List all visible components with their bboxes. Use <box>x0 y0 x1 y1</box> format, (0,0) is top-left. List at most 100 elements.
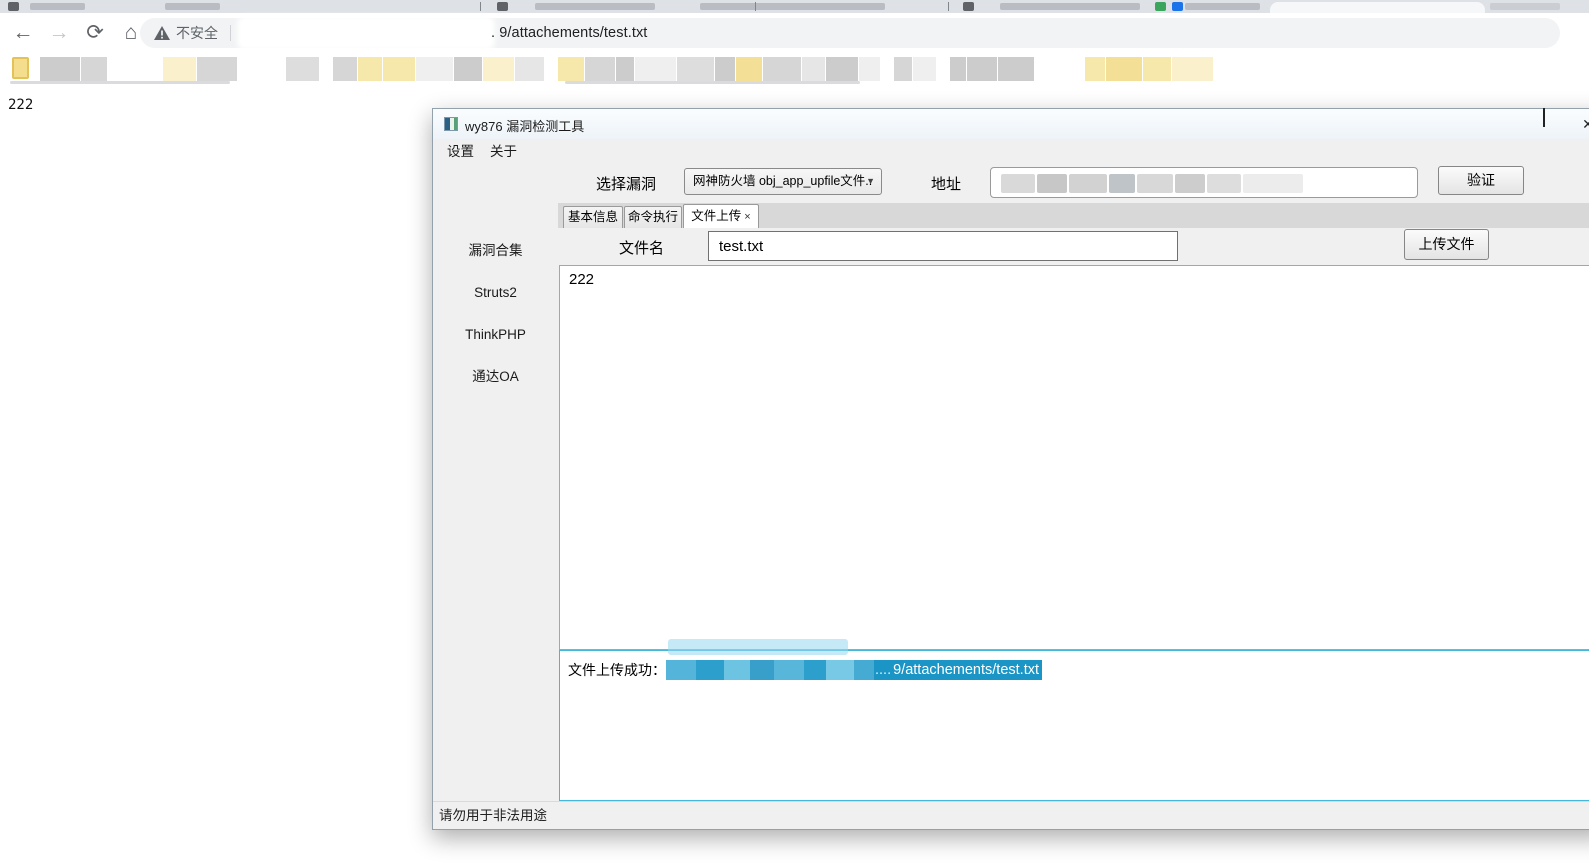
tab-separator <box>755 2 756 11</box>
back-icon[interactable]: ← <box>10 20 36 46</box>
chevron-down-icon: ▼ <box>866 169 875 194</box>
redacted-bookmark <box>998 57 1034 81</box>
redacted-host <box>241 20 491 46</box>
redacted-bookmark <box>416 57 453 81</box>
vuln-dropdown-value: 网神防火墙 obj_app_upfile文件.. <box>693 174 872 188</box>
address-label: 地址 <box>931 173 961 194</box>
address-bar[interactable]: 不安全 . 9/attachements/test.txt <box>140 18 1560 48</box>
redacted-bookmark <box>763 57 801 81</box>
result-textarea[interactable]: 文件上传成功： .... 9/attachements/test.txt <box>559 650 1589 801</box>
browser-tab-strip[interactable] <box>0 0 1589 13</box>
sidebar-item-struts2[interactable]: Struts2 <box>433 282 558 304</box>
status-text: 请勿用于非法用途 <box>439 802 547 829</box>
redacted-bookmark <box>967 57 997 81</box>
tab-command-exec[interactable]: 命令执行 <box>624 206 682 228</box>
redacted-address-text <box>1001 174 1035 193</box>
menu-settings[interactable]: 设置 <box>441 139 480 165</box>
redacted-bookmark <box>715 57 735 81</box>
omnibox-divider <box>230 25 231 41</box>
select-vuln-label: 选择漏洞 <box>596 173 656 194</box>
redacted-bookmark <box>483 57 514 81</box>
redacted-bookmark <box>859 57 880 81</box>
window-titlebar[interactable]: wy876 漏洞检测工具 ✕ <box>433 109 1589 139</box>
maximize-icon <box>1543 108 1545 127</box>
redacted-bookmark <box>286 57 319 81</box>
app-icon <box>444 117 458 131</box>
browser-toolbar: ← → ⟳ ⌂ 不安全 . 9/attachements/test.txt <box>0 13 1589 53</box>
sidebar-item-vuln-collection[interactable]: 漏洞合集 <box>433 240 558 262</box>
sidebar-item-thinkphp[interactable]: ThinkPHP <box>433 324 558 346</box>
file-content-textarea[interactable]: 222 <box>559 265 1589 650</box>
redacted-result-host <box>724 660 750 680</box>
redacted-bookmark <box>515 57 544 81</box>
redacted-address-text <box>1137 174 1173 193</box>
status-bar: 请勿用于非法用途 <box>433 801 1589 829</box>
redaction-smear <box>668 639 848 655</box>
tab-basic-info[interactable]: 基本信息 <box>563 206 623 228</box>
filename-input[interactable] <box>708 231 1178 261</box>
redacted-tab-title <box>1185 3 1260 10</box>
bookmark-folder-icon[interactable] <box>12 57 29 79</box>
result-selected-url: .... 9/attachements/test.txt <box>666 660 1042 680</box>
redacted-bookmark <box>585 57 615 81</box>
minimize-button[interactable] <box>1479 109 1513 139</box>
redacted-address-text <box>1069 174 1107 193</box>
redacted-address-text <box>1109 174 1135 193</box>
warning-icon <box>154 26 170 40</box>
redacted-result-host <box>854 660 874 680</box>
redacted-bookmark <box>1106 57 1142 81</box>
vuln-dropdown[interactable]: 网神防火墙 obj_app_upfile文件.. ▼ <box>684 168 882 195</box>
target-address-input[interactable] <box>990 167 1418 198</box>
redacted-address-text <box>1175 174 1205 193</box>
redacted-result-host <box>750 660 774 680</box>
redacted-bookmark <box>40 57 80 81</box>
redacted-bookmark <box>454 57 482 81</box>
tab-favicon <box>1155 2 1166 11</box>
redacted-result-host <box>826 660 854 680</box>
url-text: . 9/attachements/test.txt <box>491 25 647 41</box>
tab-file-upload-label: 文件上传 <box>691 209 741 223</box>
tab-close-icon[interactable]: × <box>744 211 750 223</box>
redacted-bookmark <box>826 57 858 81</box>
redacted-bookmark <box>894 57 912 81</box>
redacted-tab-title <box>1490 3 1560 10</box>
verify-button[interactable]: 验证 <box>1438 166 1524 195</box>
redacted-result-host <box>774 660 804 680</box>
redacted-tab-title <box>165 3 220 10</box>
redacted-address-text <box>1207 174 1241 193</box>
sidebar-item-tongda-oa[interactable]: 通达OA <box>433 366 558 388</box>
security-label: 不安全 <box>176 23 218 43</box>
redacted-bookmark <box>1172 57 1213 81</box>
window-title: wy876 漏洞检测工具 <box>465 116 584 135</box>
redacted-bookmark <box>358 57 382 81</box>
result-ellipsis: .... <box>874 662 892 678</box>
sidebar: 漏洞合集 Struts2 ThinkPHP 通达OA <box>433 165 558 803</box>
redaction-smear <box>10 81 230 84</box>
redacted-bookmark <box>635 57 676 81</box>
menu-about[interactable]: 关于 <box>484 139 523 165</box>
tab-file-upload[interactable]: 文件上传× <box>683 204 759 228</box>
tab-band: 基本信息 命令执行 文件上传× <box>558 203 1589 228</box>
redacted-bookmark <box>81 57 107 81</box>
tab-favicon <box>497 2 508 11</box>
redacted-tab-title <box>30 3 85 10</box>
redacted-bookmark <box>677 57 714 81</box>
tab-favicon <box>1172 2 1183 11</box>
redacted-address-text <box>1037 174 1067 193</box>
tab-separator <box>948 2 949 11</box>
redacted-bookmark <box>616 57 634 81</box>
redacted-bookmark <box>736 57 762 81</box>
tab-separator <box>480 2 481 11</box>
forward-icon[interactable]: → <box>46 20 72 46</box>
upload-file-button[interactable]: 上传文件 <box>1404 229 1489 260</box>
reload-icon[interactable]: ⟳ <box>82 20 108 46</box>
result-prefix: 文件上传成功： <box>568 660 666 680</box>
menu-bar: 设置 关于 <box>433 139 1589 165</box>
close-icon: ✕ <box>1582 116 1589 132</box>
redacted-result-host <box>696 660 724 680</box>
redacted-tab-title <box>535 3 655 10</box>
maximize-button[interactable] <box>1527 109 1561 139</box>
redacted-tab-title <box>1000 3 1140 10</box>
close-button[interactable]: ✕ <box>1571 109 1589 139</box>
redacted-bookmark <box>1085 57 1105 81</box>
